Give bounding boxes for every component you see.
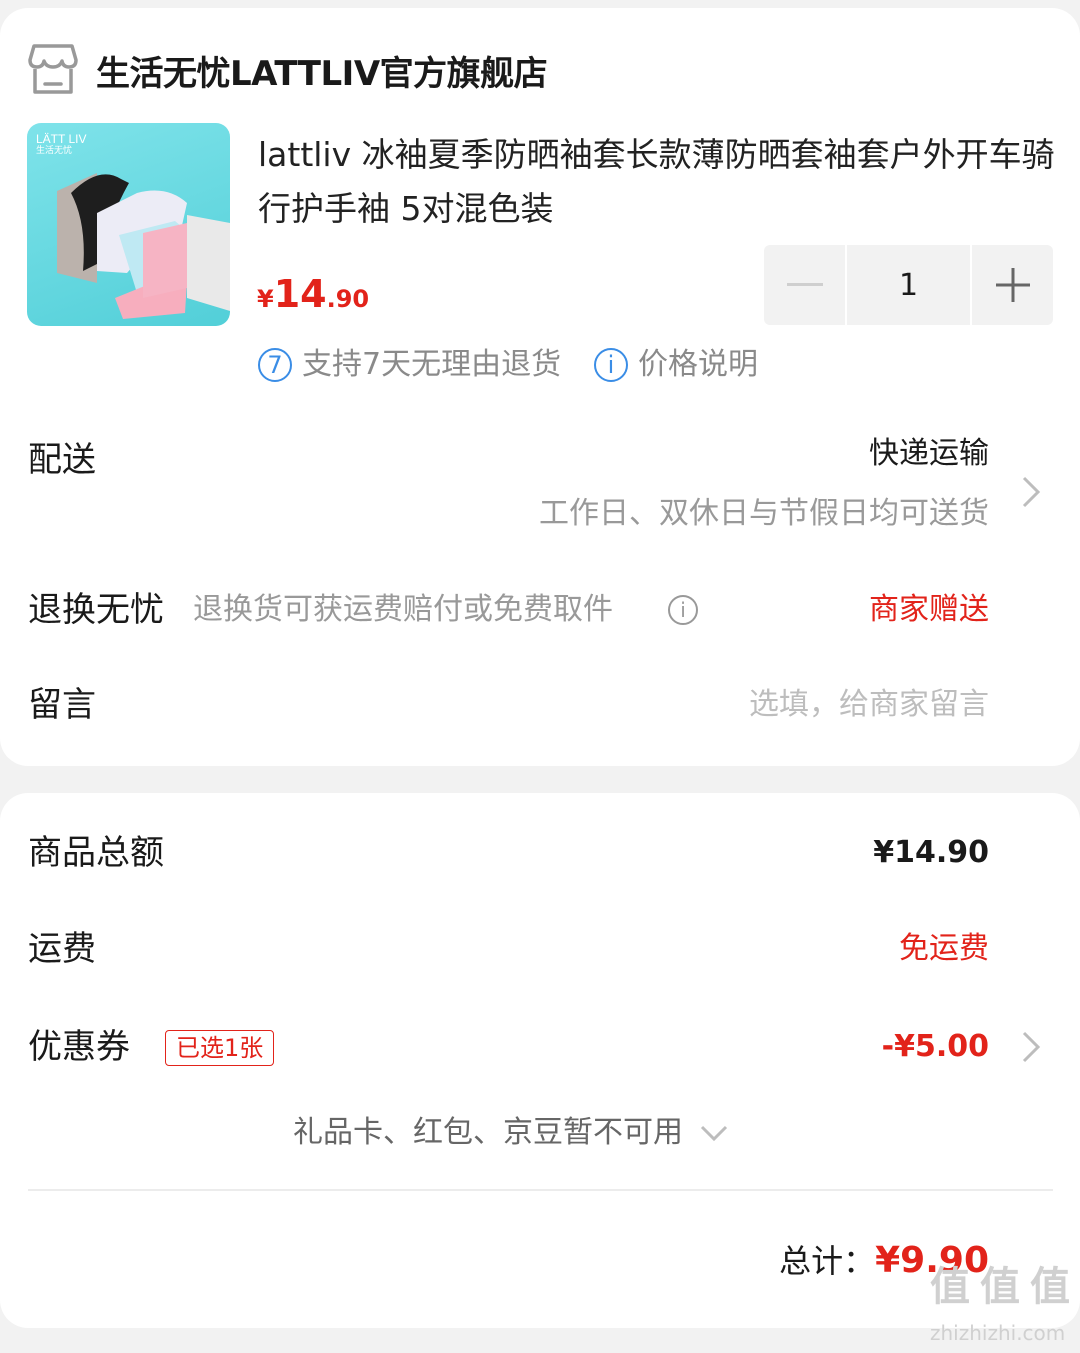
store-icon [28,44,78,94]
message-input[interactable]: 选填，给商家留言 [749,685,989,725]
unavailable-payments-toggle[interactable]: 礼品卡、红包、京豆暂不可用 [293,1113,729,1153]
delivery-method: 快递运输 [869,436,989,471]
service-tag-return[interactable]: 7 支持7天无理由退货 [258,345,561,385]
return-worry-free-row[interactable]: 退换无忧 退换货可获运费赔付或免费取件 i 商家赠送 [0,588,1080,638]
coupon-row[interactable]: 优惠券 已选1张 -¥5.00 [0,1021,1080,1077]
price-decimal: .90 [326,285,370,313]
coupon-selected-badge: 已选1张 [165,1030,275,1066]
shipping-value: 免运费 [899,931,989,966]
unavailable-payments-text: 礼品卡、红包、京豆暂不可用 [293,1115,683,1150]
message-row[interactable]: 留言 选填，给商家留言 [0,683,1080,733]
product-title[interactable]: lattliv 冰袖夏季防晒袖套长款薄防晒套袖套户外开车骑行护手袖 5对混色装 [258,128,1058,236]
return-worry-free-value: 商家赠送 [869,592,989,627]
return-worry-free-description: 退换货可获运费赔付或免费取件 [193,592,613,627]
watermark-logo-3: 值 [1030,1264,1070,1310]
quantity-stepper: 1 [764,245,1053,325]
chevron-right-icon [1022,1031,1041,1063]
info-icon: i [594,348,628,382]
chevron-down-icon [700,1125,728,1142]
order-item-card: 生活无忧LATTLIV官方旗舰店 LÄTT LIV 生活无忧 lattliv 冰… [0,8,1080,766]
watermark-site: zhizhizhi.com [930,1321,1066,1345]
delivery-row[interactable]: 配送 快递运输 工作日、双休日与节假日均可送货 [0,428,1080,548]
delivery-note: 工作日、双休日与节假日均可送货 [539,496,989,531]
order-summary-card: 商品总额 ¥14.90 运费 免运费 优惠券 已选1张 -¥5.00 礼品卡、红… [0,793,1080,1328]
quantity-value: 1 [898,267,919,303]
delivery-label: 配送 [28,440,96,480]
increase-button[interactable] [972,245,1053,325]
quantity-input[interactable]: 1 [847,245,970,325]
info-icon[interactable]: i [668,595,698,625]
product-image[interactable]: LÄTT LIV 生活无忧 [27,123,230,326]
price-explanation-link[interactable]: i 价格说明 [594,345,758,385]
divider [28,1189,1053,1191]
decrease-button[interactable] [764,245,845,325]
return-worry-free-label: 退换无忧 [28,590,164,630]
seven-day-return-icon: 7 [258,348,292,382]
message-label: 留言 [28,685,96,725]
shipping-label: 运费 [28,929,96,969]
price-integer: 14 [273,272,327,316]
chevron-right-icon [1022,476,1041,508]
goods-total-label: 商品总额 [28,833,164,873]
watermark-logo: 值 [930,1264,970,1310]
goods-total-value: ¥14.90 [873,835,989,870]
coupon-value: -¥5.00 [881,1029,989,1064]
total-label: 总计： [779,1242,876,1280]
watermark-logo-2: 值 [980,1264,1020,1310]
coupon-label: 优惠券 [28,1027,130,1067]
service-return-label: 支持7天无理由退货 [302,347,562,382]
product-price: ¥14.90 [257,270,369,326]
price-explanation-label: 价格说明 [638,347,758,382]
price-symbol: ¥ [257,285,274,313]
product-sleeves-graphic [57,173,230,319]
shop-name[interactable]: 生活无忧LATTLIV官方旗舰店 [96,52,548,96]
minus-icon [786,283,823,286]
plus-icon [995,268,1030,302]
